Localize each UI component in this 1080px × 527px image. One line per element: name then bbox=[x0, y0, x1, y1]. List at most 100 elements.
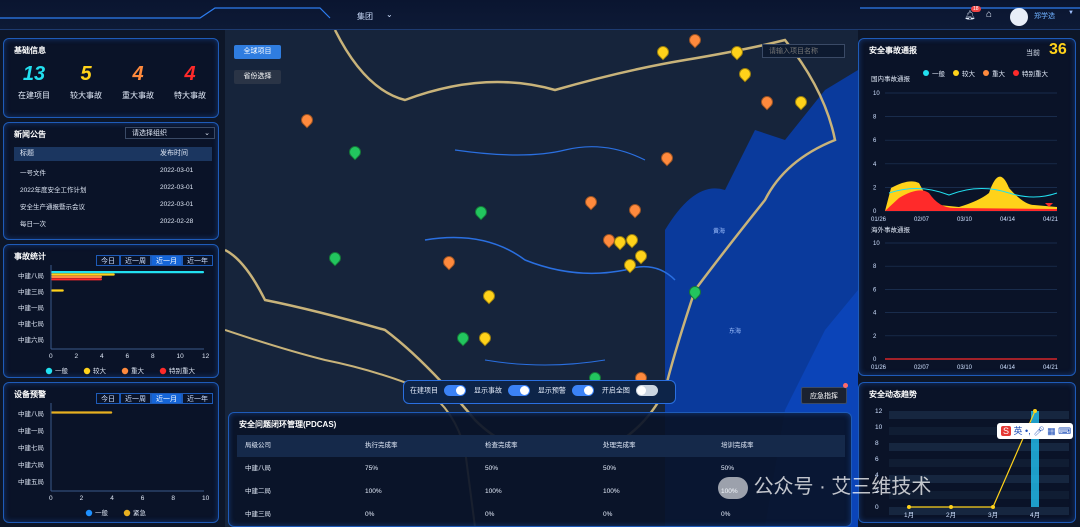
pdcas-header: 局级公司 执行完成率 检查完成率 处理完成率 培训完成率 bbox=[237, 435, 845, 457]
toggle-warnings[interactable] bbox=[571, 385, 594, 396]
pdcas-header-cell: 执行完成率 bbox=[365, 442, 398, 449]
toggle-accidents[interactable] bbox=[507, 385, 530, 396]
top-bar-frame bbox=[0, 7, 1080, 19]
trend-point bbox=[907, 505, 911, 509]
table-cell: 0% bbox=[365, 511, 375, 518]
global-projects-button[interactable]: 全球项目 bbox=[234, 45, 281, 59]
user-name[interactable]: 郑学选 bbox=[1034, 11, 1055, 21]
domestic-chart: 10 8 6 4 2 0 01/26 02/07 03/10 04/14 04/21 bbox=[871, 91, 1059, 223]
table-cell: 中建三局 bbox=[245, 511, 271, 518]
home-icon[interactable]: ⌂ bbox=[986, 9, 992, 20]
y-tick: 4 bbox=[873, 162, 877, 168]
x-tick: 02/07 bbox=[914, 365, 930, 371]
x-tick: 0 bbox=[49, 353, 53, 360]
current-label: 当前 bbox=[1026, 50, 1040, 57]
watermark: 公众号 · 艾三维技术 bbox=[718, 470, 931, 499]
ime-toolbar[interactable]: S 英 •, 🎤︎ ▦ ⌨ bbox=[997, 423, 1073, 439]
wechat-icon bbox=[718, 476, 748, 499]
news-panel: 新闻公告 请选择组织 ⌄ 标题 发布时间 一号文件 2022-03-01 2022年度… bbox=[3, 122, 219, 240]
org-select-dropdown[interactable]: 请选择组织 ⌄ bbox=[125, 127, 215, 139]
toggle-fullmap[interactable] bbox=[635, 385, 658, 396]
trend-point bbox=[991, 505, 995, 509]
news-row-time: 2022-02-28 bbox=[160, 218, 194, 225]
bar-一般 bbox=[51, 271, 204, 274]
legend-label: 紧急 bbox=[133, 508, 147, 517]
accident-title: 事故统计 bbox=[14, 252, 46, 261]
x-tick: 04/14 bbox=[1000, 217, 1016, 223]
x-tick: 04/21 bbox=[1043, 217, 1059, 223]
table-cell: 100% bbox=[365, 488, 382, 495]
x-tick: 4 bbox=[110, 495, 114, 502]
x-tick: 3月 bbox=[988, 511, 998, 519]
news-row-time: 2022-03-01 bbox=[160, 201, 194, 208]
dashboard: 全球项目 省份选择 黄海 东海 应急指挥 在建项目 显示事故 显示预警 开启全图… bbox=[0, 0, 1080, 527]
legend-item: 特别重大 bbox=[1013, 70, 1048, 78]
notice-legend: 一般 较大 重大 特别重大 bbox=[923, 63, 1056, 81]
trend-point bbox=[1033, 409, 1037, 413]
category-label: 中建三局 bbox=[18, 287, 44, 296]
legend-label: 较大 bbox=[93, 366, 107, 375]
avatar[interactable] bbox=[1010, 8, 1028, 26]
map-toggle-bar: 在建项目 显示事故 显示预警 开启全图 bbox=[403, 380, 676, 404]
project-search-input[interactable] bbox=[762, 44, 845, 58]
table-cell: 50% bbox=[603, 465, 617, 472]
y-tick: 0 bbox=[875, 504, 879, 511]
stat-value: 4 bbox=[132, 63, 144, 85]
legend-dot bbox=[83, 367, 91, 375]
grid-band bbox=[889, 443, 1069, 451]
stat-value: 13 bbox=[22, 63, 46, 85]
trend-chart: 1210864201月 2月 3月 4月 bbox=[875, 408, 1069, 519]
org-select[interactable]: 集团 bbox=[357, 11, 373, 22]
pdcas-header-cell: 处理完成率 bbox=[603, 442, 636, 449]
table-row[interactable]: 中建三局 0% 0% 0% 0% bbox=[237, 503, 845, 526]
table-cell: 50% bbox=[485, 465, 499, 472]
news-row[interactable]: 一号文件 2022-03-01 bbox=[20, 167, 210, 177]
news-row-time: 2022-03-01 bbox=[160, 184, 194, 191]
notice-title: 安全事故通报 bbox=[869, 46, 917, 55]
emergency-command-button[interactable]: 应急指挥 bbox=[801, 387, 847, 404]
stat-label: 在建项目 bbox=[18, 91, 50, 100]
legend-label: 一般 bbox=[95, 508, 109, 517]
y-tick: 10 bbox=[873, 241, 880, 247]
basic-info-panel: 基础信息 13 在建项目 5 较大事故 4 重大事故 4 特大事故 bbox=[3, 38, 219, 118]
y-tick: 12 bbox=[875, 408, 883, 415]
table-cell: 中建二局 bbox=[245, 488, 271, 495]
bar-紧急 bbox=[51, 411, 113, 414]
news-col-title: 标题 bbox=[20, 150, 34, 157]
x-tick: 1月 bbox=[904, 511, 914, 519]
stat-label: 特大事故 bbox=[174, 91, 206, 100]
x-tick: 8 bbox=[151, 353, 155, 360]
y-tick: 8 bbox=[873, 115, 877, 121]
y-tick: 2 bbox=[873, 334, 877, 340]
province-select-button[interactable]: 省份选择 bbox=[234, 70, 281, 84]
table-cell: 75% bbox=[365, 465, 379, 472]
bar-较大 bbox=[51, 273, 115, 276]
user-menu-caret-icon[interactable]: ▼ bbox=[1068, 10, 1074, 16]
basic-stats: 13 在建项目 5 较大事故 4 重大事故 4 特大事故 bbox=[10, 63, 214, 113]
bar-特别重大 bbox=[51, 278, 102, 281]
watermark-text: 公众号 · 艾三维技术 bbox=[753, 476, 932, 498]
news-row[interactable]: 2022年度安全工作计划 2022-03-01 bbox=[20, 184, 210, 194]
table-cell: 100% bbox=[485, 488, 502, 495]
news-row-time: 2022-03-01 bbox=[160, 167, 194, 174]
org-select-value: 请选择组织 bbox=[132, 130, 167, 137]
table-cell: 100% bbox=[603, 488, 620, 495]
top-bar: 集团 ⌄ 🔔︎ 18 ⌂ 郑学选 ▼ bbox=[0, 0, 1080, 30]
basic-info-title: 基础信息 bbox=[14, 46, 46, 55]
ime-lang: 英 bbox=[1013, 426, 1023, 436]
news-row[interactable]: 安全生产通报暨示会议 2022-03-01 bbox=[20, 201, 210, 211]
news-row[interactable]: 每日一次 2022-02-28 bbox=[20, 218, 210, 228]
domestic-label: 国内事故通报 bbox=[871, 76, 910, 83]
y-tick: 8 bbox=[873, 264, 877, 270]
pdcas-header-cell: 检查完成率 bbox=[485, 442, 518, 449]
chevron-down-icon[interactable]: ⌄ bbox=[386, 10, 393, 19]
category-label: 中建八局 bbox=[18, 409, 44, 418]
trend-point bbox=[949, 505, 953, 509]
news-title: 新闻公告 bbox=[14, 130, 46, 139]
sogou-s-icon: S bbox=[1001, 426, 1012, 436]
category-label: 中建六局 bbox=[18, 460, 44, 469]
toggle-projects[interactable] bbox=[444, 385, 466, 396]
y-tick: 0 bbox=[873, 357, 877, 363]
y-tick: 10 bbox=[875, 424, 883, 431]
category-label: 中建五局 bbox=[18, 477, 44, 486]
